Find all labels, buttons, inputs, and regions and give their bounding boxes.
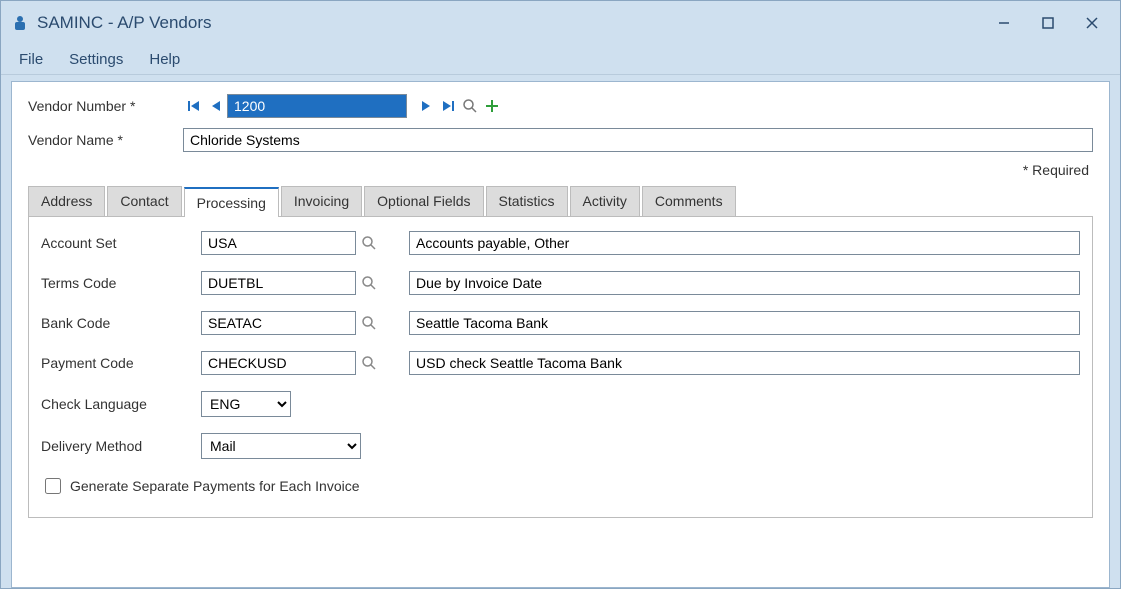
vendor-name-row: Vendor Name *: [28, 128, 1093, 152]
check-language-select[interactable]: ENG: [201, 391, 291, 417]
content: Vendor Number * Vendor Name * * Required…: [11, 81, 1110, 588]
first-record-icon[interactable]: [183, 95, 205, 117]
account-set-desc: [409, 231, 1080, 255]
last-record-icon[interactable]: [437, 95, 459, 117]
new-record-icon[interactable]: [481, 95, 503, 117]
vendor-number-input[interactable]: [227, 94, 407, 118]
app-icon: [11, 14, 29, 32]
menu-file[interactable]: File: [19, 51, 43, 68]
bank-code-row: Bank Code: [41, 311, 1080, 335]
bank-code-input[interactable]: [201, 311, 356, 335]
minimize-button[interactable]: [982, 8, 1026, 38]
bank-code-desc: [409, 311, 1080, 335]
payment-code-desc: [409, 351, 1080, 375]
terms-code-input[interactable]: [201, 271, 356, 295]
tab-optional-fields[interactable]: Optional Fields: [364, 186, 483, 216]
required-note: * Required: [28, 162, 1089, 178]
vendor-name-input[interactable]: [183, 128, 1093, 152]
vendor-name-label: Vendor Name *: [28, 132, 183, 148]
terms-code-desc: [409, 271, 1080, 295]
check-language-label: Check Language: [41, 396, 201, 412]
payment-code-row: Payment Code: [41, 351, 1080, 375]
terms-code-row: Terms Code: [41, 271, 1080, 295]
account-set-row: Account Set: [41, 231, 1080, 255]
bank-code-lookup-icon[interactable]: [355, 311, 383, 335]
tab-contact[interactable]: Contact: [107, 186, 181, 216]
tab-address[interactable]: Address: [28, 186, 105, 216]
payment-code-input[interactable]: [201, 351, 356, 375]
terms-code-label: Terms Code: [41, 275, 201, 291]
account-set-input[interactable]: [201, 231, 356, 255]
delivery-method-label: Delivery Method: [41, 438, 201, 454]
separate-payments-checkbox-row[interactable]: Generate Separate Payments for Each Invo…: [41, 475, 1080, 497]
bank-code-label: Bank Code: [41, 315, 201, 331]
window-title: SAMINC - A/P Vendors: [37, 13, 982, 33]
close-button[interactable]: [1070, 8, 1114, 38]
separate-payments-label: Generate Separate Payments for Each Invo…: [70, 478, 360, 494]
vendor-number-row: Vendor Number *: [28, 94, 1093, 118]
tab-statistics[interactable]: Statistics: [486, 186, 568, 216]
payment-code-label: Payment Code: [41, 355, 201, 371]
terms-code-lookup-icon[interactable]: [355, 271, 383, 295]
tabs: Address Contact Processing Invoicing Opt…: [28, 186, 1093, 217]
account-set-label: Account Set: [41, 235, 201, 251]
tab-activity[interactable]: Activity: [570, 186, 640, 216]
account-set-lookup-icon[interactable]: [355, 231, 383, 255]
content-outer: Vendor Number * Vendor Name * * Required…: [1, 75, 1120, 588]
check-language-row: Check Language ENG: [41, 391, 1080, 417]
prev-record-icon[interactable]: [205, 95, 227, 117]
tab-processing[interactable]: Processing: [184, 187, 279, 217]
titlebar: SAMINC - A/P Vendors: [1, 1, 1120, 45]
payment-code-lookup-icon[interactable]: [355, 351, 383, 375]
delivery-method-select[interactable]: Mail: [201, 433, 361, 459]
maximize-button[interactable]: [1026, 8, 1070, 38]
processing-panel: Account Set Terms Code Bank Code: [28, 217, 1093, 518]
delivery-method-row: Delivery Method Mail: [41, 433, 1080, 459]
app-window: SAMINC - A/P Vendors File Settings Help …: [0, 0, 1121, 589]
vendor-number-label: Vendor Number *: [28, 98, 183, 114]
tab-invoicing[interactable]: Invoicing: [281, 186, 362, 216]
tab-comments[interactable]: Comments: [642, 186, 736, 216]
finder-icon[interactable]: [459, 95, 481, 117]
menu-settings[interactable]: Settings: [69, 51, 123, 68]
next-record-icon[interactable]: [415, 95, 437, 117]
menubar: File Settings Help: [1, 45, 1120, 75]
separate-payments-checkbox[interactable]: [45, 478, 61, 494]
menu-help[interactable]: Help: [149, 51, 180, 68]
